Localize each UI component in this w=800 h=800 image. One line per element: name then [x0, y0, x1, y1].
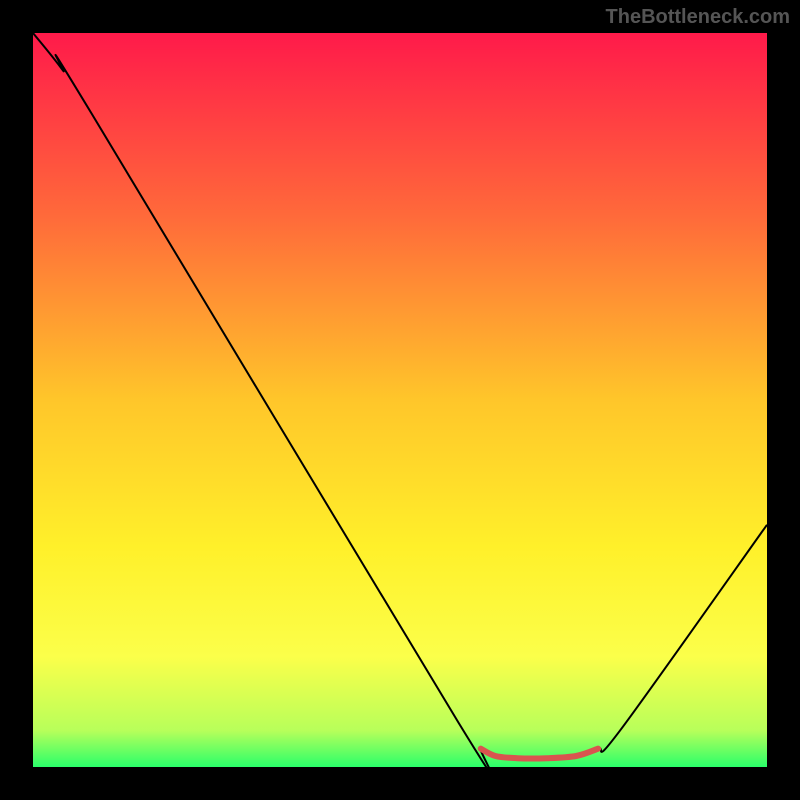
watermark-text: TheBottleneck.com — [606, 6, 790, 29]
plot-area — [33, 33, 767, 767]
gradient-background — [33, 33, 767, 767]
chart-svg — [33, 33, 767, 767]
chart-container: TheBottleneck.com — [0, 0, 800, 800]
